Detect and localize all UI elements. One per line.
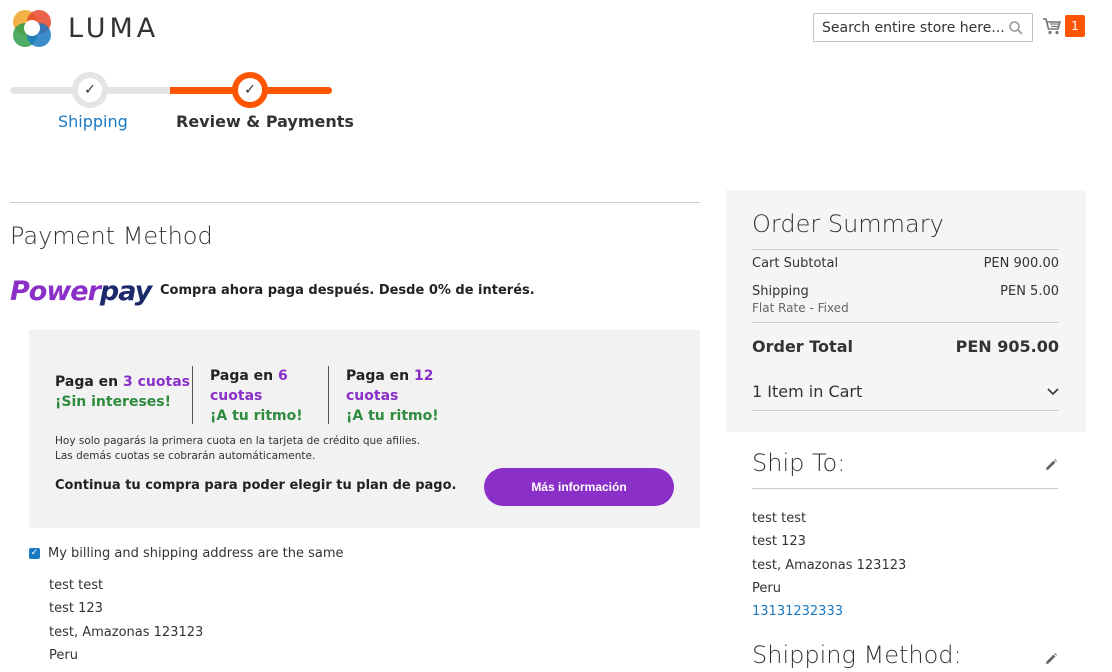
checkmark-icon: ✓ [84,82,96,98]
powerpay-tagline: Compra ahora paga después. Desde 0% de i… [160,283,535,298]
plan-3-cuotas: Paga en 3 cuotas ¡Sin intereses! [55,374,190,410]
billing-address: test test test 123 test, Amazonas 123123… [49,578,204,663]
luma-logo-icon [13,10,51,47]
shipping-method-title: Shipping Method: [752,641,962,669]
store-logo[interactable]: LUMA [10,6,159,50]
plan-12-cuotas: Paga en 12 cuotas ¡A tu ritmo! [346,368,439,424]
ship-to-title: Ship To: [752,449,846,477]
edit-pencil-icon[interactable] [1044,652,1058,666]
phone-link[interactable]: 13131232333 [752,600,906,623]
divider [10,202,700,203]
divider [752,322,1059,323]
edit-pencil-icon[interactable] [1044,458,1058,472]
order-summary: Order Summary Cart Subtotal PEN 900.00 S… [726,190,1086,432]
more-info-button[interactable]: Más información [484,468,674,506]
cart-count-badge: 1 [1065,15,1085,37]
checkmark-icon: ✓ [244,82,256,98]
powerpay-logo: Powerpay [10,276,152,307]
billing-same-checkbox-row[interactable]: ✓ My billing and shipping address are th… [29,546,344,561]
divider [192,366,193,424]
logo-text: LUMA [68,12,160,44]
divider [752,488,1058,489]
divider [752,410,1059,411]
ship-to-address: test test test 123 test, Amazonas 123123… [752,507,906,623]
order-summary-title: Order Summary [752,210,944,238]
shipping-method-note: Flat Rate - Fixed [752,301,849,315]
checkout-progress-bar: ✓ ✓ Shipping Review & Payments [10,70,354,131]
plan-6-cuotas: Paga en 6 cuotas ¡A tu ritmo! [210,368,303,424]
powerpay-cta-text: Continua tu compra para poder elegir tu … [55,478,457,493]
search-input[interactable]: Search entire store here... [813,13,1033,42]
powerpay-note: Hoy solo pagarás la primera cuota en la … [55,435,421,462]
step-review-dot: ✓ [232,72,268,108]
divider [328,366,329,424]
chevron-down-icon [1047,387,1059,395]
search-placeholder: Search entire store here... [822,19,1005,36]
divider [752,249,1059,250]
items-in-cart-toggle[interactable]: 1 Item in Cart [752,382,1059,401]
billing-same-checkbox[interactable]: ✓ [29,548,40,559]
payment-method-title: Payment Method [10,222,213,250]
step-review-label: Review & Payments [176,112,354,131]
shopping-cart-icon [1043,18,1062,35]
step-shipping-dot: ✓ [72,72,108,108]
order-total-row: Order Total PEN 905.00 [752,337,1059,356]
minicart-button[interactable]: 1 [1042,15,1085,37]
powerpay-info-box: Paga en 3 cuotas ¡Sin intereses! Paga en… [29,330,700,528]
search-icon[interactable] [1008,20,1024,36]
shipping-row: Shipping PEN 5.00 [752,284,1059,299]
cart-subtotal-row: Cart Subtotal PEN 900.00 [752,256,1059,271]
billing-same-label[interactable]: My billing and shipping address are the … [48,546,344,561]
step-shipping-link[interactable]: Shipping [58,112,128,131]
